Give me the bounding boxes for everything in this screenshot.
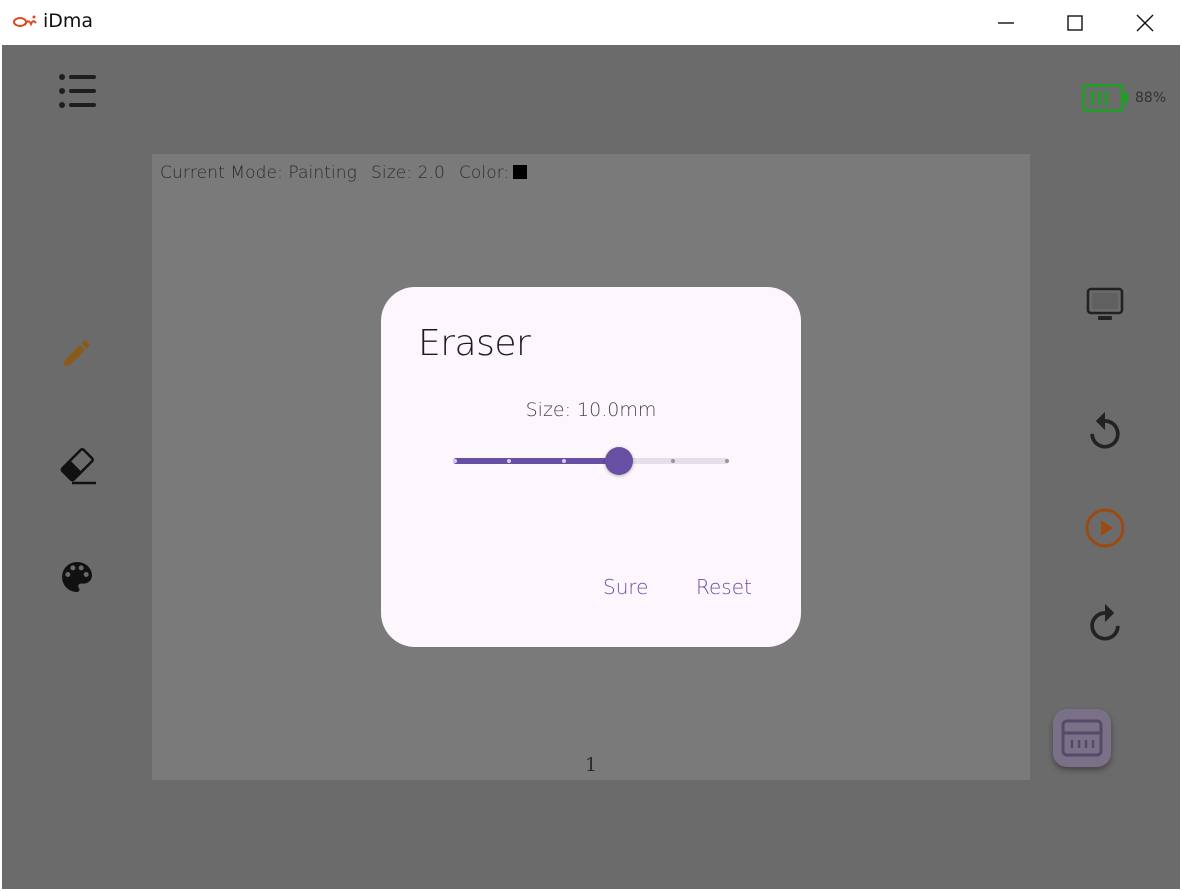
play-circle-icon	[1085, 508, 1125, 548]
menu-list-icon	[59, 74, 96, 108]
eraser-dialog: Eraser Size: 10.0mm Sure Reset	[381, 287, 801, 647]
slider-tick	[453, 459, 457, 463]
slider-active-track	[453, 458, 619, 464]
redo-button[interactable]	[1083, 600, 1127, 648]
slider-tick	[725, 459, 729, 463]
slider-thumb[interactable]	[604, 447, 633, 475]
eraser-icon	[60, 448, 96, 485]
close-icon	[1136, 14, 1154, 31]
keyboard-panel-icon	[1061, 719, 1103, 757]
dialog-title: Eraser	[418, 323, 531, 364]
color-status-label: Color:	[458, 163, 510, 183]
sure-button[interactable]: Sure	[603, 575, 648, 599]
battery-icon	[1082, 84, 1128, 112]
menu-button[interactable]	[56, 70, 98, 112]
eraser-size-slider[interactable]	[453, 447, 729, 475]
slider-tick	[561, 459, 566, 463]
monitor-icon	[1086, 287, 1124, 320]
window-title: iDma	[43, 10, 94, 32]
status-line: Current Mode: Painting Size: 2.0 Color:	[160, 163, 528, 183]
rotate-ccw-icon	[1090, 411, 1120, 449]
size-status: Size: 2.0	[370, 163, 445, 183]
app-logo-icon	[13, 15, 37, 27]
eraser-size-label: Size: 10.0mm	[525, 399, 657, 421]
pencil-icon	[64, 340, 90, 366]
eraser-tool-button[interactable]	[56, 442, 100, 486]
palette-tool-button[interactable]	[56, 556, 98, 598]
minimize-icon	[998, 21, 1014, 24]
palette-icon	[62, 562, 92, 592]
reset-button[interactable]: Reset	[696, 575, 752, 599]
play-button[interactable]	[1083, 506, 1127, 550]
title-bar: iDma	[0, 0, 1182, 45]
mode-status: Current Mode: Painting	[160, 163, 357, 183]
color-swatch	[513, 165, 528, 179]
rotate-cw-icon	[1090, 603, 1120, 641]
screen-button[interactable]	[1084, 284, 1126, 326]
battery-percent: 88%	[1135, 90, 1167, 106]
minimize-button[interactable]	[971, 0, 1041, 45]
slider-tick	[670, 459, 675, 463]
page-number: 1	[585, 754, 598, 776]
close-button[interactable]	[1110, 0, 1180, 45]
maximize-icon	[1067, 14, 1083, 31]
keyboard-panel-button[interactable]	[1053, 709, 1111, 767]
undo-button[interactable]	[1083, 408, 1127, 456]
maximize-button[interactable]	[1040, 0, 1110, 45]
pencil-tool-button[interactable]	[58, 334, 96, 372]
